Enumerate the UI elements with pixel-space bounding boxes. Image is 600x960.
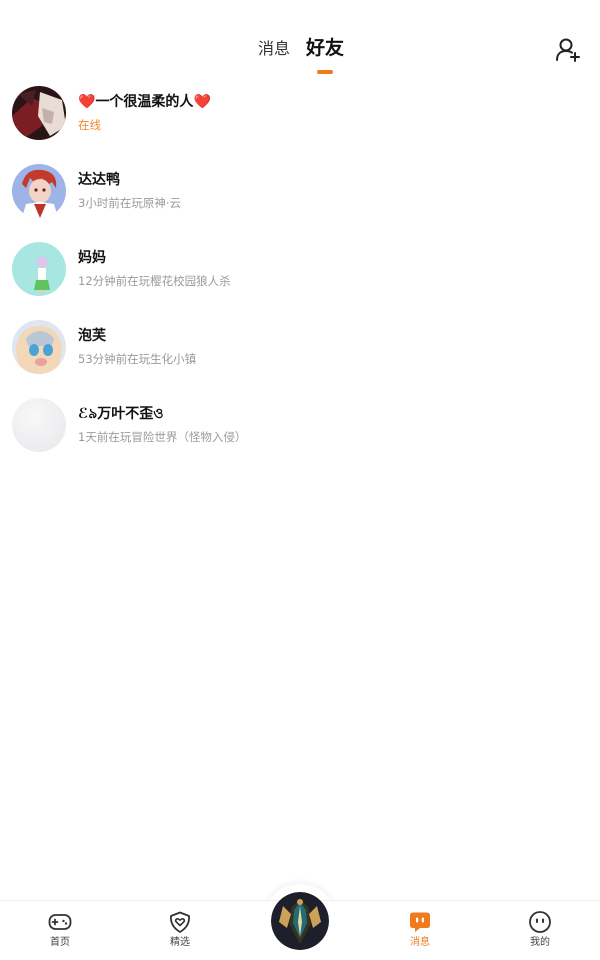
center-game-button[interactable] [271,892,329,950]
friend-status: 3小时前在玩原神·云 [78,196,181,210]
nav-label: 首页 [50,937,70,948]
friend-status: 在线 [78,118,101,132]
friend-status: 1天前在玩冒险世界（怪物入侵） [78,430,247,444]
avatar[interactable] [12,398,66,452]
friend-status: 53分钟前在玩生化小镇 [78,352,197,366]
nav-label: 精选 [170,937,190,948]
friend-row[interactable]: ❤️一个很温柔的人❤️ 在线 [0,85,600,163]
game-emblem-icon [271,892,329,950]
nav-profile[interactable]: 我的 [480,901,600,960]
chat-bubble-icon [410,912,430,932]
add-user-icon [556,38,580,62]
friend-name: ❤️一个很温柔的人❤️ [78,94,211,110]
friend-name: 妈妈 [78,250,106,266]
add-friend-button[interactable] [554,36,582,64]
heart-shield-icon [170,911,190,933]
friend-name: 泡芙 [78,328,106,344]
friend-status: 12分钟前在玩樱花校园狼人杀 [78,274,231,288]
avatar[interactable] [12,86,66,140]
avatar[interactable] [12,242,66,296]
nav-featured[interactable]: 精选 [120,901,240,960]
friend-list: ❤️一个很温柔的人❤️ 在线 达达鸭 3小时前在玩原神·云 妈妈 12分钟前在玩… [0,85,600,475]
heart-icon: ❤️ [193,94,211,110]
friend-row[interactable]: ℰ৯万叶不歪ও 1天前在玩冒险世界（怪物入侵） [0,397,600,475]
friend-row[interactable]: 妈妈 12分钟前在玩樱花校园狼人杀 [0,241,600,319]
friend-row[interactable]: 泡芙 53分钟前在玩生化小镇 [0,319,600,397]
friend-name: ℰ৯万叶不歪ও [78,406,164,422]
tab-messages[interactable]: 消息 [258,38,290,60]
nav-messages[interactable]: 消息 [360,901,480,960]
tab-friends[interactable]: 好友 [306,35,344,62]
nav-label: 消息 [410,937,430,948]
active-tab-indicator [317,70,333,74]
heart-icon: ❤️ [78,94,96,110]
nav-home[interactable]: 首页 [0,901,120,960]
friend-row[interactable]: 达达鸭 3小时前在玩原神·云 [0,163,600,241]
nav-label: 我的 [530,937,550,948]
top-header: 消息 好友 [0,0,600,80]
avatar[interactable] [12,320,66,374]
avatar[interactable] [12,164,66,218]
gamepad-icon [48,914,72,930]
smiley-face-icon [529,911,551,933]
friend-name: 达达鸭 [78,172,120,188]
